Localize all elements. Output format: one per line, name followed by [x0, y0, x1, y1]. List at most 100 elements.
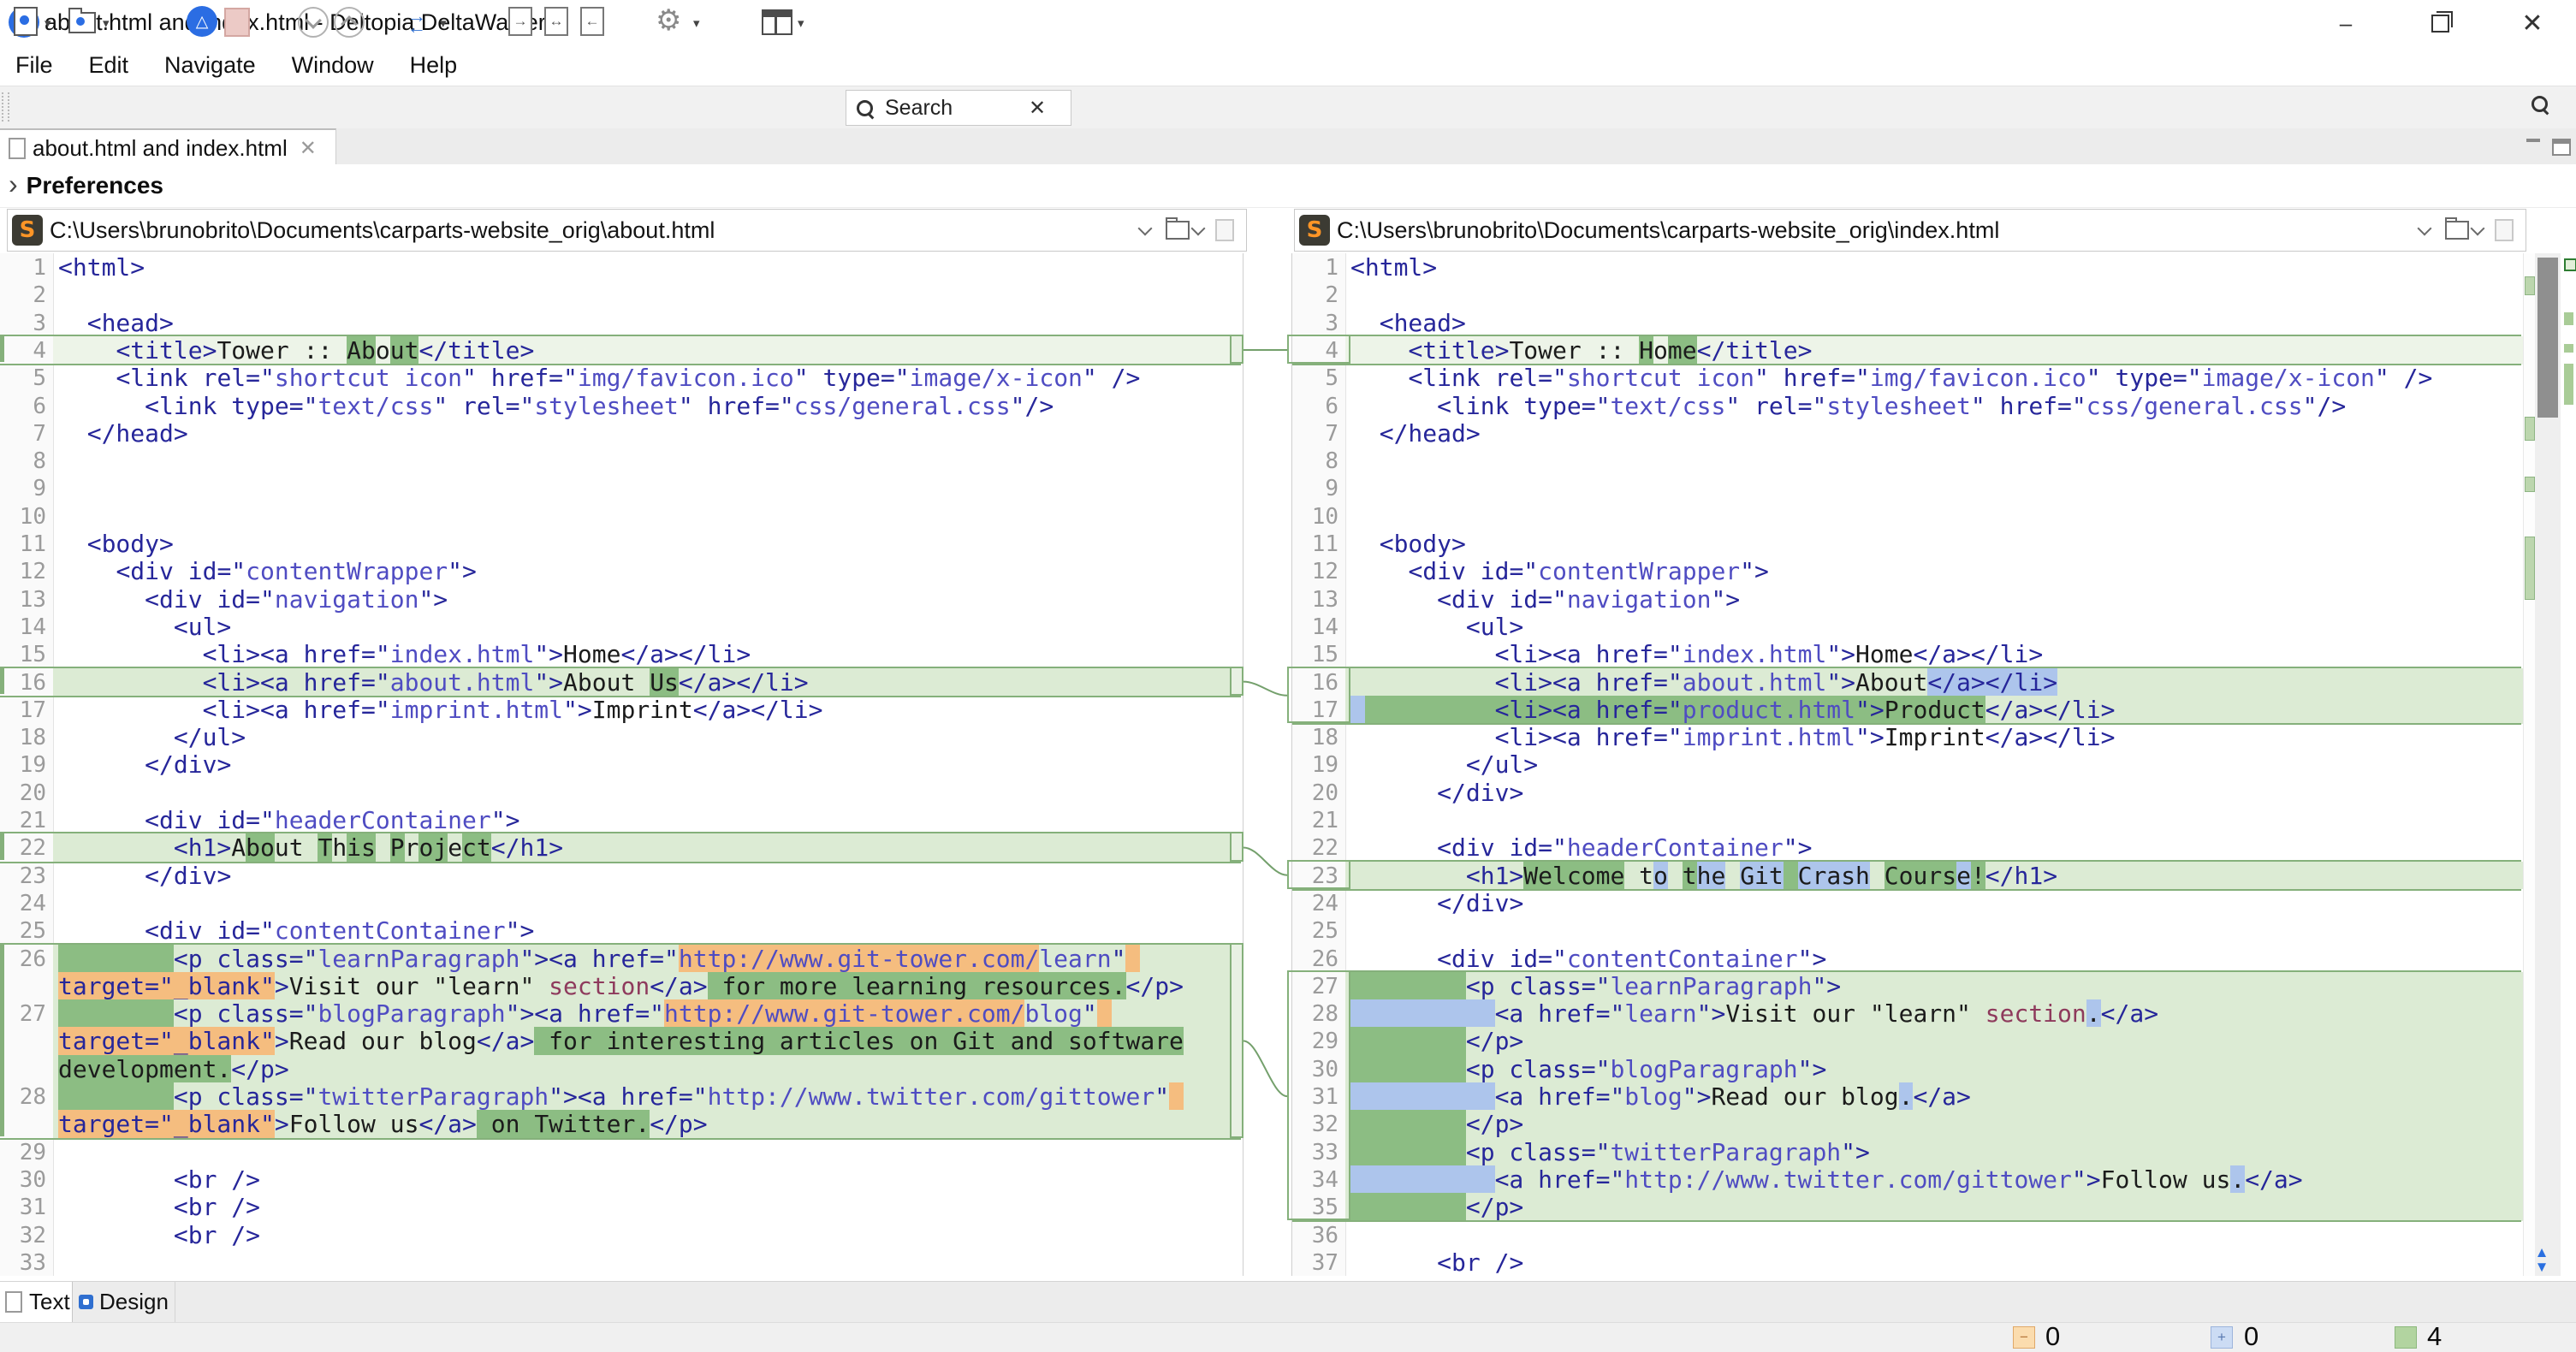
code-row[interactable]: <li><a href="product.html">Product</a></…: [1350, 696, 2115, 724]
code-row[interactable]: <p class="blogParagraph"><a href="http:/…: [58, 999, 1112, 1028]
code-row[interactable]: <a href="blog">Read our blog.</a>: [1350, 1082, 1971, 1111]
code-row[interactable]: <body>: [58, 530, 174, 558]
layout-button[interactable]: [762, 9, 792, 35]
vertical-scrollbar[interactable]: [2535, 253, 2561, 1276]
settings-dropdown[interactable]: ▾: [693, 15, 700, 31]
code-row[interactable]: <link rel="shortcut icon" href="img/favi…: [58, 364, 1140, 392]
tab-text-view[interactable]: Text: [0, 1282, 73, 1322]
open-folder-compare-button[interactable]: [68, 7, 96, 33]
code-row[interactable]: <ul>: [1350, 613, 1523, 641]
new-comparison-dropdown[interactable]: ▾: [45, 15, 51, 31]
left-file-header[interactable]: S C:\Users\brunobrito\Documents\carparts…: [7, 209, 1247, 252]
overview-change-mark[interactable]: [2564, 312, 2573, 325]
code-row[interactable]: <p class="learnParagraph"><a href="http:…: [58, 945, 1140, 973]
close-button[interactable]: ✕: [2520, 10, 2545, 36]
chunk-bracket[interactable]: [1287, 860, 1350, 889]
code-row[interactable]: <li><a href="imprint.html">Imprint</a></…: [1350, 723, 2115, 751]
copy-all-button[interactable]: ↔: [544, 7, 568, 36]
code-row[interactable]: <html>: [58, 253, 145, 282]
code-row[interactable]: <html>: [1350, 253, 1437, 282]
global-search-button[interactable]: [2531, 96, 2548, 112]
new-comparison-button[interactable]: [14, 7, 38, 36]
code-row[interactable]: <div id="headerContainer">: [58, 806, 519, 834]
code-row[interactable]: development.</p>: [58, 1055, 289, 1083]
menu-help[interactable]: Help: [395, 52, 478, 79]
right-path-dropdown[interactable]: [2419, 227, 2430, 234]
right-browse-button[interactable]: [2442, 221, 2483, 240]
menu-edit[interactable]: Edit: [74, 52, 150, 79]
code-row[interactable]: <div id="contentWrapper">: [58, 557, 477, 585]
jump-to-change-buttons[interactable]: ▲▼: [2529, 1245, 2555, 1274]
code-row[interactable]: </div>: [58, 862, 231, 890]
code-row[interactable]: <p class="blogParagraph">: [1350, 1055, 1826, 1083]
code-row[interactable]: <div id="contentWrapper">: [1350, 557, 1769, 585]
code-row[interactable]: </div>: [1350, 779, 1523, 807]
code-row[interactable]: </ul>: [58, 723, 246, 751]
tab-design-view[interactable]: Design: [72, 1282, 175, 1322]
code-row[interactable]: <div id="contentContainer">: [58, 916, 534, 945]
code-row[interactable]: <title>Tower :: Home</title>: [1350, 336, 1812, 365]
code-row[interactable]: </div>: [1350, 889, 1523, 917]
right-save-button[interactable]: [2495, 219, 2514, 241]
code-row[interactable]: <a href="learn">Visit our "learn" sectio…: [1350, 999, 2158, 1028]
chunk-bracket[interactable]: [1287, 667, 1350, 724]
next-change-button[interactable]: [298, 7, 329, 38]
code-row[interactable]: </ul>: [1350, 750, 1538, 779]
menu-navigate[interactable]: Navigate: [149, 52, 276, 79]
code-row[interactable]: <head>: [58, 309, 174, 337]
maximize-view-button[interactable]: [2552, 139, 2571, 156]
tab-close-icon[interactable]: ✕: [300, 136, 317, 161]
code-row[interactable]: <div id="navigation">: [1350, 585, 1740, 614]
code-row[interactable]: <li><a href="about.html">About</a></li>: [1350, 668, 2057, 697]
chunk-handle[interactable]: [1230, 335, 1243, 364]
code-row[interactable]: target="_blank">Visit our "learn" sectio…: [58, 972, 1184, 1000]
change-marker[interactable]: [2525, 417, 2535, 441]
code-row[interactable]: <h1>About This Project</h1>: [58, 833, 563, 862]
change-marker[interactable]: [2525, 477, 2535, 492]
chunk-handle[interactable]: [1230, 832, 1243, 861]
code-row[interactable]: <p class="twitterParagraph"><a href="htt…: [58, 1082, 1184, 1111]
code-row[interactable]: </p>: [1350, 1027, 1523, 1055]
change-marker[interactable]: [2525, 537, 2535, 600]
left-path-dropdown[interactable]: [1140, 227, 1150, 234]
diff-editor[interactable]: 1<html>23 <head>4 <title>Tower :: About<…: [0, 253, 2576, 1276]
expand-chevron-icon[interactable]: ›: [9, 169, 18, 200]
left-browse-button[interactable]: [1162, 221, 1203, 240]
code-row[interactable]: <li><a href="index.html">Home</a></li>: [1350, 640, 2043, 668]
code-row[interactable]: <br />: [58, 1221, 260, 1249]
code-row[interactable]: <head>: [1350, 309, 1466, 337]
code-row[interactable]: <li><a href="imprint.html">Imprint</a></…: [58, 696, 822, 724]
code-row[interactable]: <br />: [1350, 1248, 1523, 1276]
code-row[interactable]: </div>: [58, 750, 231, 779]
code-row[interactable]: <div id="navigation">: [58, 585, 448, 614]
overview-ruler[interactable]: [2562, 253, 2576, 1276]
swap-dropdown[interactable]: ▾: [440, 15, 447, 31]
settings-button[interactable]: ⚙: [656, 3, 681, 38]
code-row[interactable]: <div id="headerContainer">: [1350, 833, 1812, 862]
current-change-mark[interactable]: [2564, 258, 2576, 271]
code-row[interactable]: target="_blank">Read our blog</a> for in…: [58, 1027, 1184, 1055]
right-file-header[interactable]: S C:\Users\brunobrito\Documents\carparts…: [1294, 209, 2526, 252]
code-row[interactable]: <link type="text/css" rel="stylesheet" h…: [58, 392, 1054, 420]
code-row[interactable]: <a href="http://www.twitter.com/gittower…: [1350, 1165, 2303, 1194]
code-row[interactable]: target="_blank">Follow us</a> on Twitter…: [58, 1110, 708, 1138]
swap-sides-button[interactable]: →←: [407, 10, 424, 33]
layout-dropdown[interactable]: ▾: [798, 15, 804, 31]
overview-change-mark[interactable]: [2564, 364, 2573, 405]
code-row[interactable]: <li><a href="index.html">Home</a></li>: [58, 640, 751, 668]
search-box[interactable]: ✕: [846, 90, 1071, 126]
restore-button[interactable]: [2427, 10, 2453, 36]
previous-change-button[interactable]: [334, 7, 365, 38]
code-row[interactable]: <p class="learnParagraph">: [1350, 972, 1841, 1000]
code-row[interactable]: <br />: [58, 1165, 260, 1194]
chunk-bracket[interactable]: [1287, 970, 1350, 1221]
change-marker[interactable]: [2525, 276, 2535, 295]
code-row[interactable]: <div id="contentContainer">: [1350, 945, 1826, 973]
code-row[interactable]: <p class="twitterParagraph">: [1350, 1138, 1870, 1166]
change-marker-strip[interactable]: [2523, 253, 2535, 1276]
code-row[interactable]: <li><a href="about.html">About Us</a></l…: [58, 668, 809, 697]
overview-change-mark[interactable]: [2564, 344, 2573, 353]
stop-button[interactable]: [224, 8, 250, 37]
scrollbar-thumb[interactable]: [2537, 258, 2558, 418]
open-folder-dropdown[interactable]: ▾: [103, 15, 110, 31]
